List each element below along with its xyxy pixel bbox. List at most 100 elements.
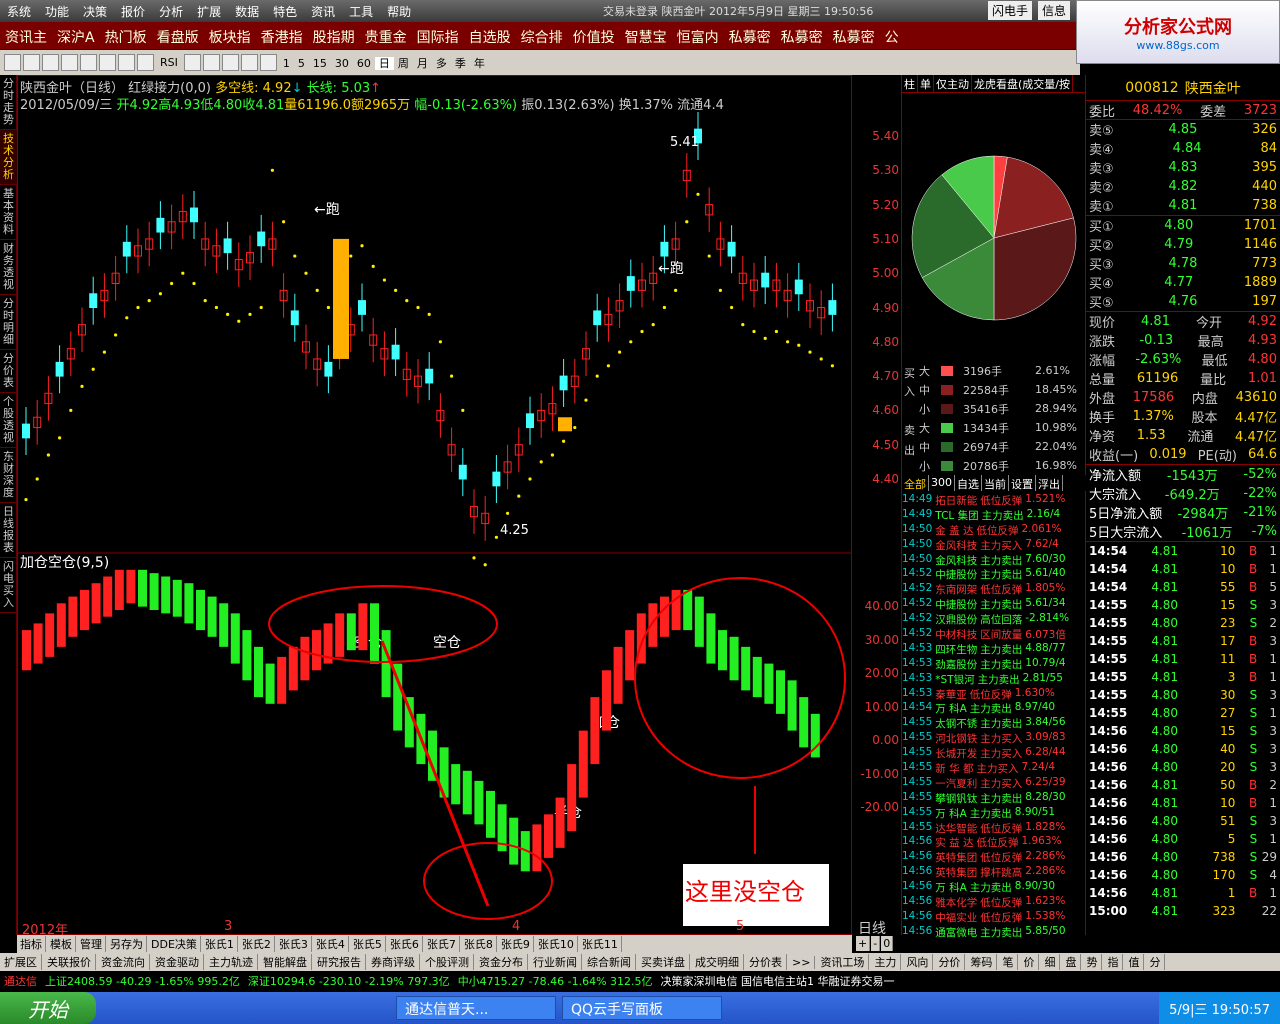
menu-decision[interactable]: 决策 — [76, 0, 114, 23]
ext-tab-1[interactable]: 关联报价 — [43, 954, 96, 970]
info-button[interactable]: 信息 — [1038, 1, 1071, 20]
ext-tab-21[interactable]: 笔 — [998, 954, 1019, 970]
ext-tab-15[interactable]: >> — [788, 955, 816, 969]
tick-row[interactable]: 14:52 中捷股份 主力卖出 5.61/40 — [902, 567, 1086, 582]
tab-3[interactable]: 看盘版 — [152, 22, 204, 52]
side-tab-4[interactable]: 分时明细 — [0, 295, 17, 350]
ext-tab-7[interactable]: 券商评级 — [367, 954, 420, 970]
fz-icon[interactable] — [118, 54, 135, 71]
period-9[interactable]: 季 — [451, 57, 470, 70]
period-7[interactable]: 月 — [413, 57, 432, 70]
side-tab-3[interactable]: 财务透视 — [0, 240, 17, 295]
ext-tab-16[interactable]: 资讯工场 — [816, 954, 870, 970]
indicator-tab-8[interactable]: 张氏4 — [313, 936, 349, 952]
side-tab-8[interactable]: 日线报表 — [0, 503, 17, 558]
tab-0[interactable]: 资讯主 — [0, 22, 52, 52]
kline-icon[interactable] — [23, 54, 40, 71]
tab-4[interactable]: 板块指 — [204, 22, 256, 52]
indicator-tab-5[interactable]: 张氏1 — [202, 936, 238, 952]
period-3[interactable]: 30 — [331, 57, 353, 70]
tick-row[interactable]: 14:55 河北钢铁 主力买入 3.09/83 — [902, 731, 1086, 746]
menu-quote[interactable]: 报价 — [114, 0, 152, 23]
menu-extend[interactable]: 扩展 — [190, 0, 228, 23]
filter-0[interactable]: 全部 — [902, 475, 929, 491]
side-tab-6[interactable]: 个股透视 — [0, 393, 17, 448]
indicator-tab-3[interactable]: 另存为 — [107, 936, 147, 952]
indicator-tab-0[interactable]: 指标 — [17, 936, 46, 952]
ext-tab-11[interactable]: 综合新闻 — [583, 954, 636, 970]
tick-row[interactable]: 14:52 东南网架 低位反弹 1.805% — [902, 582, 1086, 597]
tick-row[interactable]: 14:55 新 华 都主力买入 7.24/4 — [902, 761, 1086, 776]
ext-tab-8[interactable]: 个股评测 — [421, 954, 474, 970]
tab-12[interactable]: 智慧宝 — [620, 22, 672, 52]
indicator-tab-15[interactable]: 张氏11 — [579, 936, 622, 952]
side-tab-7[interactable]: 东财深度 — [0, 448, 17, 503]
tick-row[interactable]: 14:56 英特集团 低位反弹 2.286% — [902, 850, 1086, 865]
period-10[interactable]: 年 — [470, 57, 489, 70]
fib-icon[interactable] — [61, 54, 78, 71]
tick-row[interactable]: 14:55 攀钢钒钛 主力卖出 8.28/30 — [902, 791, 1086, 806]
tick-row[interactable]: 14:50 金 盖 达低位反弹 2.061% — [902, 523, 1086, 538]
tab-17[interactable]: 公 — [880, 22, 904, 52]
tick-row[interactable]: 14:56 中福实业 低位反弹 1.538% — [902, 910, 1086, 925]
tick-row[interactable]: 14:53 四环生物 主力卖出 4.88/77 — [902, 642, 1086, 657]
mid-tab-0[interactable]: 柱 — [902, 75, 918, 92]
ext-tab-0[interactable]: 扩展区 — [0, 954, 42, 970]
filter-3[interactable]: 当前 — [982, 475, 1009, 491]
f5-icon[interactable] — [259, 54, 277, 71]
tick-row[interactable]: 14:52 中材科技 区间放量 6.073倍 — [902, 627, 1086, 642]
tick-row[interactable]: 14:54 万 科A 主力卖出 8.97/40 — [902, 701, 1086, 716]
ext-tab-9[interactable]: 资金分布 — [475, 954, 528, 970]
tab-11[interactable]: 价值投 — [568, 22, 620, 52]
ext-tab-20[interactable]: 筹码 — [966, 954, 998, 970]
tab-16[interactable]: 私募密 — [828, 22, 880, 52]
tab-8[interactable]: 国际指 — [412, 22, 464, 52]
zoom-out-button[interactable]: - — [871, 936, 881, 951]
ext-tab-13[interactable]: 成交明细 — [691, 954, 744, 970]
tick-row[interactable]: 14:53 *ST银河 主力卖出 2.81/55 — [902, 672, 1086, 687]
menu-analysis[interactable]: 分析 — [152, 0, 190, 23]
tick-row[interactable]: 14:55 达华智能 低位反弹 1.828% — [902, 821, 1086, 836]
period-5[interactable]: 日 — [374, 56, 394, 70]
period-4[interactable]: 60 — [353, 57, 375, 70]
compare-icon[interactable] — [221, 54, 239, 71]
ext-tab-27[interactable]: 值 — [1124, 954, 1145, 970]
tab-15[interactable]: 私募密 — [776, 22, 828, 52]
tab-13[interactable]: 恒富内 — [672, 22, 724, 52]
bar-icon[interactable] — [42, 54, 59, 71]
cursor-icon[interactable] — [137, 54, 154, 71]
side-tab-5[interactable]: 分价表 — [0, 350, 17, 393]
ext-tab-24[interactable]: 盘 — [1061, 954, 1082, 970]
filter-1[interactable]: 300 — [929, 475, 955, 491]
menu-system[interactable]: 系统 — [0, 0, 38, 23]
task-tdx[interactable]: 通达信普天... — [396, 996, 556, 1020]
tab-14[interactable]: 私募密 — [724, 22, 776, 52]
reset-button[interactable]: 0 — [881, 936, 894, 951]
tick-row[interactable]: 14:49 拓日新能 低位反弹 1.521% — [902, 493, 1086, 508]
period-0[interactable]: 1 — [279, 57, 294, 70]
tick-row[interactable]: 14:53 劲嘉股份 主力卖出 10.79/4 — [902, 657, 1086, 672]
tab-6[interactable]: 股指期 — [308, 22, 360, 52]
undo-icon[interactable] — [4, 54, 21, 71]
period-1[interactable]: 5 — [294, 57, 309, 70]
indicator-tab-1[interactable]: 模板 — [47, 936, 76, 952]
tick-row[interactable]: 14:53 秦華亚 低位反弹 1.630% — [902, 687, 1086, 702]
ext-tab-6[interactable]: 研究报告 — [313, 954, 366, 970]
tick-row[interactable]: 14:56 英特集团 撑杆跳高 2.286% — [902, 865, 1086, 880]
start-button[interactable]: 开始 — [0, 992, 96, 1024]
tick-row[interactable]: 14:52 汉鼎股份 高位回落 -2.814% — [902, 612, 1086, 627]
tick-row[interactable]: 14:55 长城开发 主力买入 6.28/44 — [902, 746, 1086, 761]
menu-function[interactable]: 功能 — [38, 0, 76, 23]
indicator-tab-12[interactable]: 张氏8 — [461, 936, 497, 952]
tick-row[interactable]: 14:56 万 科A 主力卖出 8.90/30 — [902, 880, 1086, 895]
tick-row[interactable]: 14:55 万 科A 主力卖出 8.90/51 — [902, 806, 1086, 821]
tick-row[interactable]: 14:55 太钢不锈 主力卖出 3.84/56 — [902, 716, 1086, 731]
menu-info[interactable]: 资讯 — [304, 0, 342, 23]
indicator-tab-11[interactable]: 张氏7 — [424, 936, 460, 952]
kline-chart-area[interactable]: 陕西金叶（日线） 红绿接力(0,0) 多空线: 4.92↓ 长线: 5.03↑ … — [17, 75, 852, 938]
draw-icon[interactable] — [240, 54, 258, 71]
flash-button[interactable]: 闪电手 — [988, 1, 1033, 20]
tick-row[interactable]: 14:55 一汽夏利 主力买入 6.25/39 — [902, 776, 1086, 791]
ext-tab-26[interactable]: 指 — [1103, 954, 1124, 970]
ext-tab-2[interactable]: 资金流向 — [97, 954, 150, 970]
